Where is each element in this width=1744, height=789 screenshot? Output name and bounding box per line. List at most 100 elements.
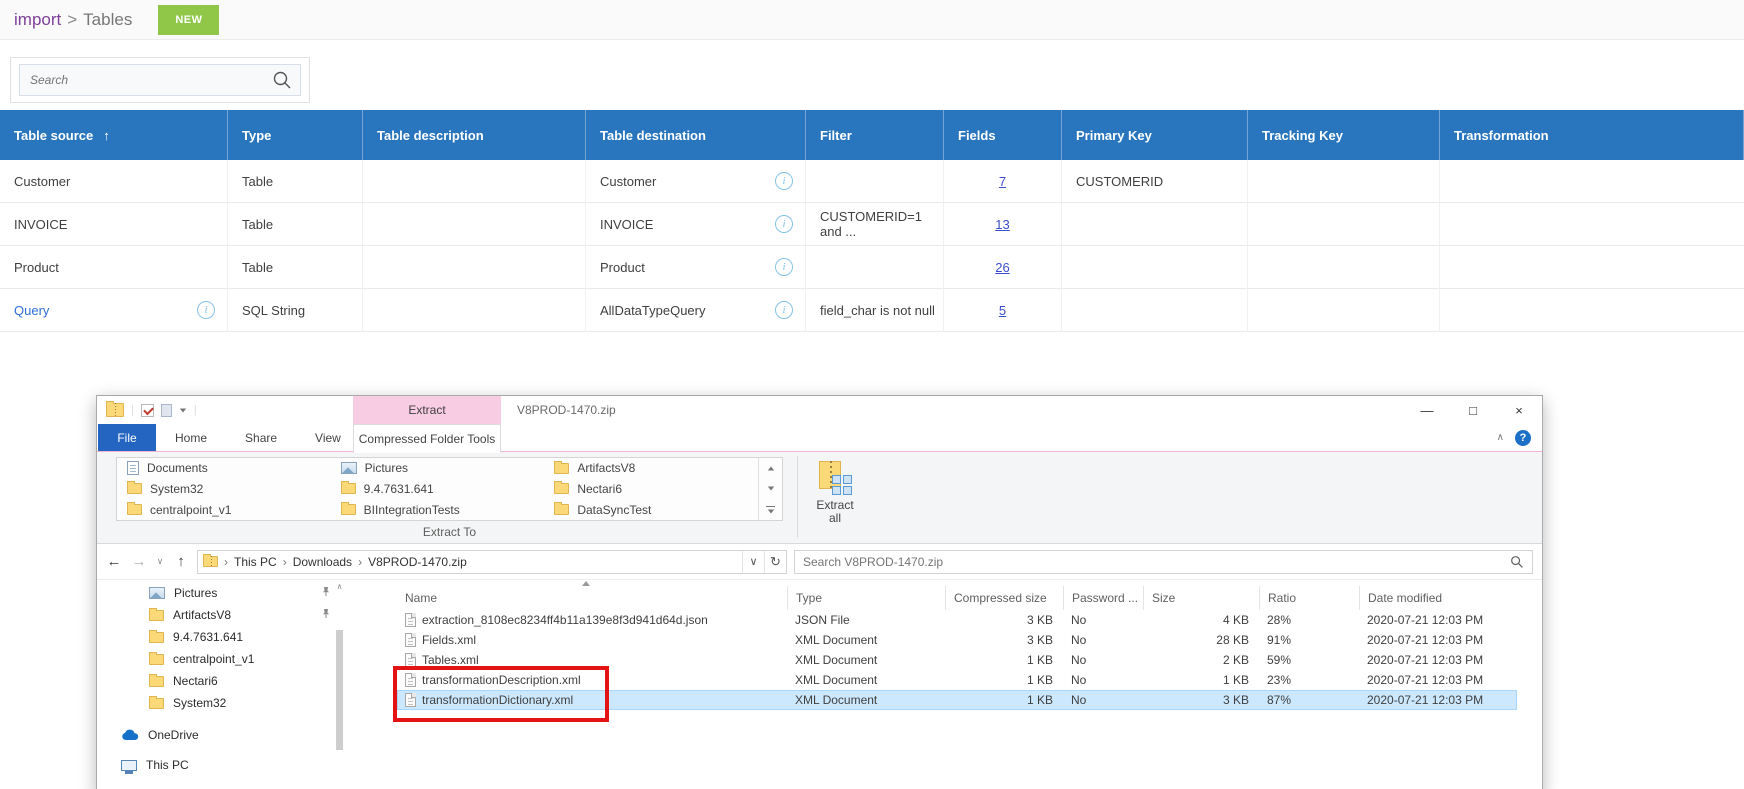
extract-to-datasynctest[interactable]: DataSyncTest <box>544 499 758 520</box>
extract-to-biintegrationtests[interactable]: BIIntegrationTests <box>331 499 545 520</box>
nav-item-centralpoint[interactable]: centralpoint_v1 <box>97 648 347 670</box>
extract-to-system32[interactable]: System32 <box>117 479 331 500</box>
crumb-zip[interactable]: V8PROD-1470.zip <box>368 555 467 569</box>
nav-item-system32[interactable]: System32 <box>97 692 347 714</box>
file-row-extraction-json[interactable]: extraction_8108ec8234ff4b11a139e8f3d941d… <box>397 610 1517 630</box>
explorer-window: | | Extract V8PROD-1470.zip — □ × File H… <box>96 395 1543 789</box>
col-size[interactable]: Size <box>1143 586 1259 610</box>
folder-label: Documents <box>147 461 208 475</box>
address-dropdown-icon[interactable]: ∨ <box>742 551 764 573</box>
nav-item-onedrive[interactable]: OneDrive <box>97 724 347 746</box>
info-icon[interactable]: i <box>775 172 793 190</box>
up-icon[interactable]: ↑ <box>172 553 190 570</box>
new-folder-icon[interactable] <box>161 404 172 417</box>
forward-icon[interactable]: → <box>130 553 148 570</box>
close-button[interactable]: × <box>1496 396 1542 424</box>
nav-scrollbar[interactable]: ∧ <box>335 582 344 789</box>
recent-locations-icon[interactable]: ∨ <box>155 556 165 567</box>
breadcrumb-bar[interactable]: › This PC › Downloads › V8PROD-1470.zip … <box>197 550 787 574</box>
explorer-search-icon[interactable] <box>1510 555 1524 569</box>
nav-item-this-pc[interactable]: This PC <box>97 754 347 776</box>
tab-file[interactable]: File <box>98 424 156 451</box>
col-header-table-destination[interactable]: Table destination <box>586 110 806 160</box>
col-date-modified[interactable]: Date modified <box>1359 586 1517 610</box>
quick-access-toolbar: | | <box>97 403 197 417</box>
extract-all-button[interactable]: Extract all <box>803 455 867 541</box>
cell-text: Product <box>14 260 59 275</box>
pictures-icon <box>341 462 357 474</box>
cell-fields: 13 <box>944 203 1062 246</box>
nav-label: OneDrive <box>148 728 199 742</box>
col-compressed-size[interactable]: Compressed size <box>945 586 1063 610</box>
crumb-this-pc[interactable]: This PC <box>234 555 277 569</box>
search-icon[interactable] <box>272 70 292 90</box>
customize-qat-chevron-icon[interactable] <box>180 408 186 412</box>
extract-to-pictures[interactable]: Pictures <box>331 458 545 479</box>
file-name: transformationDescription.xml <box>422 673 581 687</box>
gallery-scroll-up[interactable] <box>758 458 782 479</box>
nav-item-version-folder[interactable]: 9.4.7631.641 <box>97 626 347 648</box>
extract-to-artifactsv8[interactable]: ArtifactsV8 <box>544 458 758 479</box>
fields-count-link[interactable]: 26 <box>995 260 1009 275</box>
breadcrumb-section-import[interactable]: import <box>14 10 61 30</box>
query-link[interactable]: Query <box>14 303 49 318</box>
nav-item-pictures[interactable]: Pictures <box>97 582 347 604</box>
col-header-fields[interactable]: Fields <box>944 110 1062 160</box>
tab-view[interactable]: View <box>296 424 360 451</box>
crumb-downloads[interactable]: Downloads <box>293 555 352 569</box>
help-icon[interactable]: ? <box>1515 430 1531 446</box>
nav-item-artifactsv8[interactable]: ArtifactsV8 <box>97 604 347 626</box>
gallery-more[interactable] <box>758 499 782 520</box>
gallery-scroll-down[interactable] <box>758 479 782 500</box>
fields-count-link[interactable]: 5 <box>999 303 1006 318</box>
col-header-type[interactable]: Type <box>228 110 363 160</box>
col-header-filter[interactable]: Filter <box>806 110 944 160</box>
tab-home[interactable]: Home <box>156 424 226 451</box>
new-button[interactable]: NEW <box>158 5 219 35</box>
collapse-ribbon-icon[interactable]: ∧ <box>1497 432 1504 443</box>
col-header-transformation[interactable]: Transformation <box>1440 110 1744 160</box>
nav-item-nectari6[interactable]: Nectari6 <box>97 670 347 692</box>
explorer-search-input[interactable] <box>803 555 1510 569</box>
refresh-icon[interactable]: ↻ <box>764 551 786 573</box>
back-icon[interactable]: ← <box>105 553 123 570</box>
extract-to-nectari6[interactable]: Nectari6 <box>544 479 758 500</box>
explorer-titlebar[interactable]: | | Extract V8PROD-1470.zip — □ × <box>97 396 1542 424</box>
nav-scroll-thumb[interactable] <box>336 630 343 750</box>
search-input[interactable] <box>20 73 272 87</box>
nav-label: Pictures <box>174 586 217 600</box>
file-row-fields-xml[interactable]: Fields.xml XML Document 3 KB No 28 KB 91… <box>397 630 1517 650</box>
fields-count-link[interactable]: 13 <box>995 217 1009 232</box>
info-icon[interactable]: i <box>775 215 793 233</box>
minimize-button[interactable]: — <box>1404 396 1450 424</box>
nav-label: This PC <box>146 758 189 772</box>
info-icon[interactable]: i <box>775 301 793 319</box>
properties-check-icon[interactable] <box>141 404 154 417</box>
file-row-transformation-description-xml[interactable]: transformationDescription.xml XML Docume… <box>397 670 1517 690</box>
extract-to-version-folder[interactable]: 9.4.7631.641 <box>331 479 545 500</box>
col-header-table-description[interactable]: Table description <box>363 110 586 160</box>
extract-to-documents[interactable]: Documents <box>117 458 331 479</box>
fields-count-link[interactable]: 7 <box>999 174 1006 189</box>
col-name[interactable]: Name <box>397 586 787 610</box>
file-list-header: Name Type Compressed size Password ... S… <box>397 586 1542 610</box>
tab-share[interactable]: Share <box>226 424 296 451</box>
cell-text: Customer <box>600 174 656 189</box>
nav-scroll-up-icon[interactable]: ∧ <box>335 582 344 591</box>
col-password[interactable]: Password ... <box>1063 586 1143 610</box>
cell-destination: Customer i <box>586 160 806 203</box>
col-type[interactable]: Type <box>787 586 945 610</box>
info-icon[interactable]: i <box>197 301 215 319</box>
col-header-tracking-key[interactable]: Tracking Key <box>1248 110 1440 160</box>
maximize-button[interactable]: □ <box>1450 396 1496 424</box>
file-row-tables-xml[interactable]: Tables.xml XML Document 1 KB No 2 KB 59%… <box>397 650 1517 670</box>
tab-compressed-folder-tools[interactable]: Compressed Folder Tools <box>353 424 501 453</box>
file-ratio: 23% <box>1259 670 1359 690</box>
info-icon[interactable]: i <box>775 258 793 276</box>
extract-to-centralpoint[interactable]: centralpoint_v1 <box>117 499 331 520</box>
file-row-transformation-dictionary-xml[interactable]: transformationDictionary.xml XML Documen… <box>397 690 1517 710</box>
col-header-table-source[interactable]: Table source↑ <box>0 110 228 160</box>
xml-file-icon <box>405 633 416 647</box>
col-ratio[interactable]: Ratio <box>1259 586 1359 610</box>
col-header-primary-key[interactable]: Primary Key <box>1062 110 1248 160</box>
